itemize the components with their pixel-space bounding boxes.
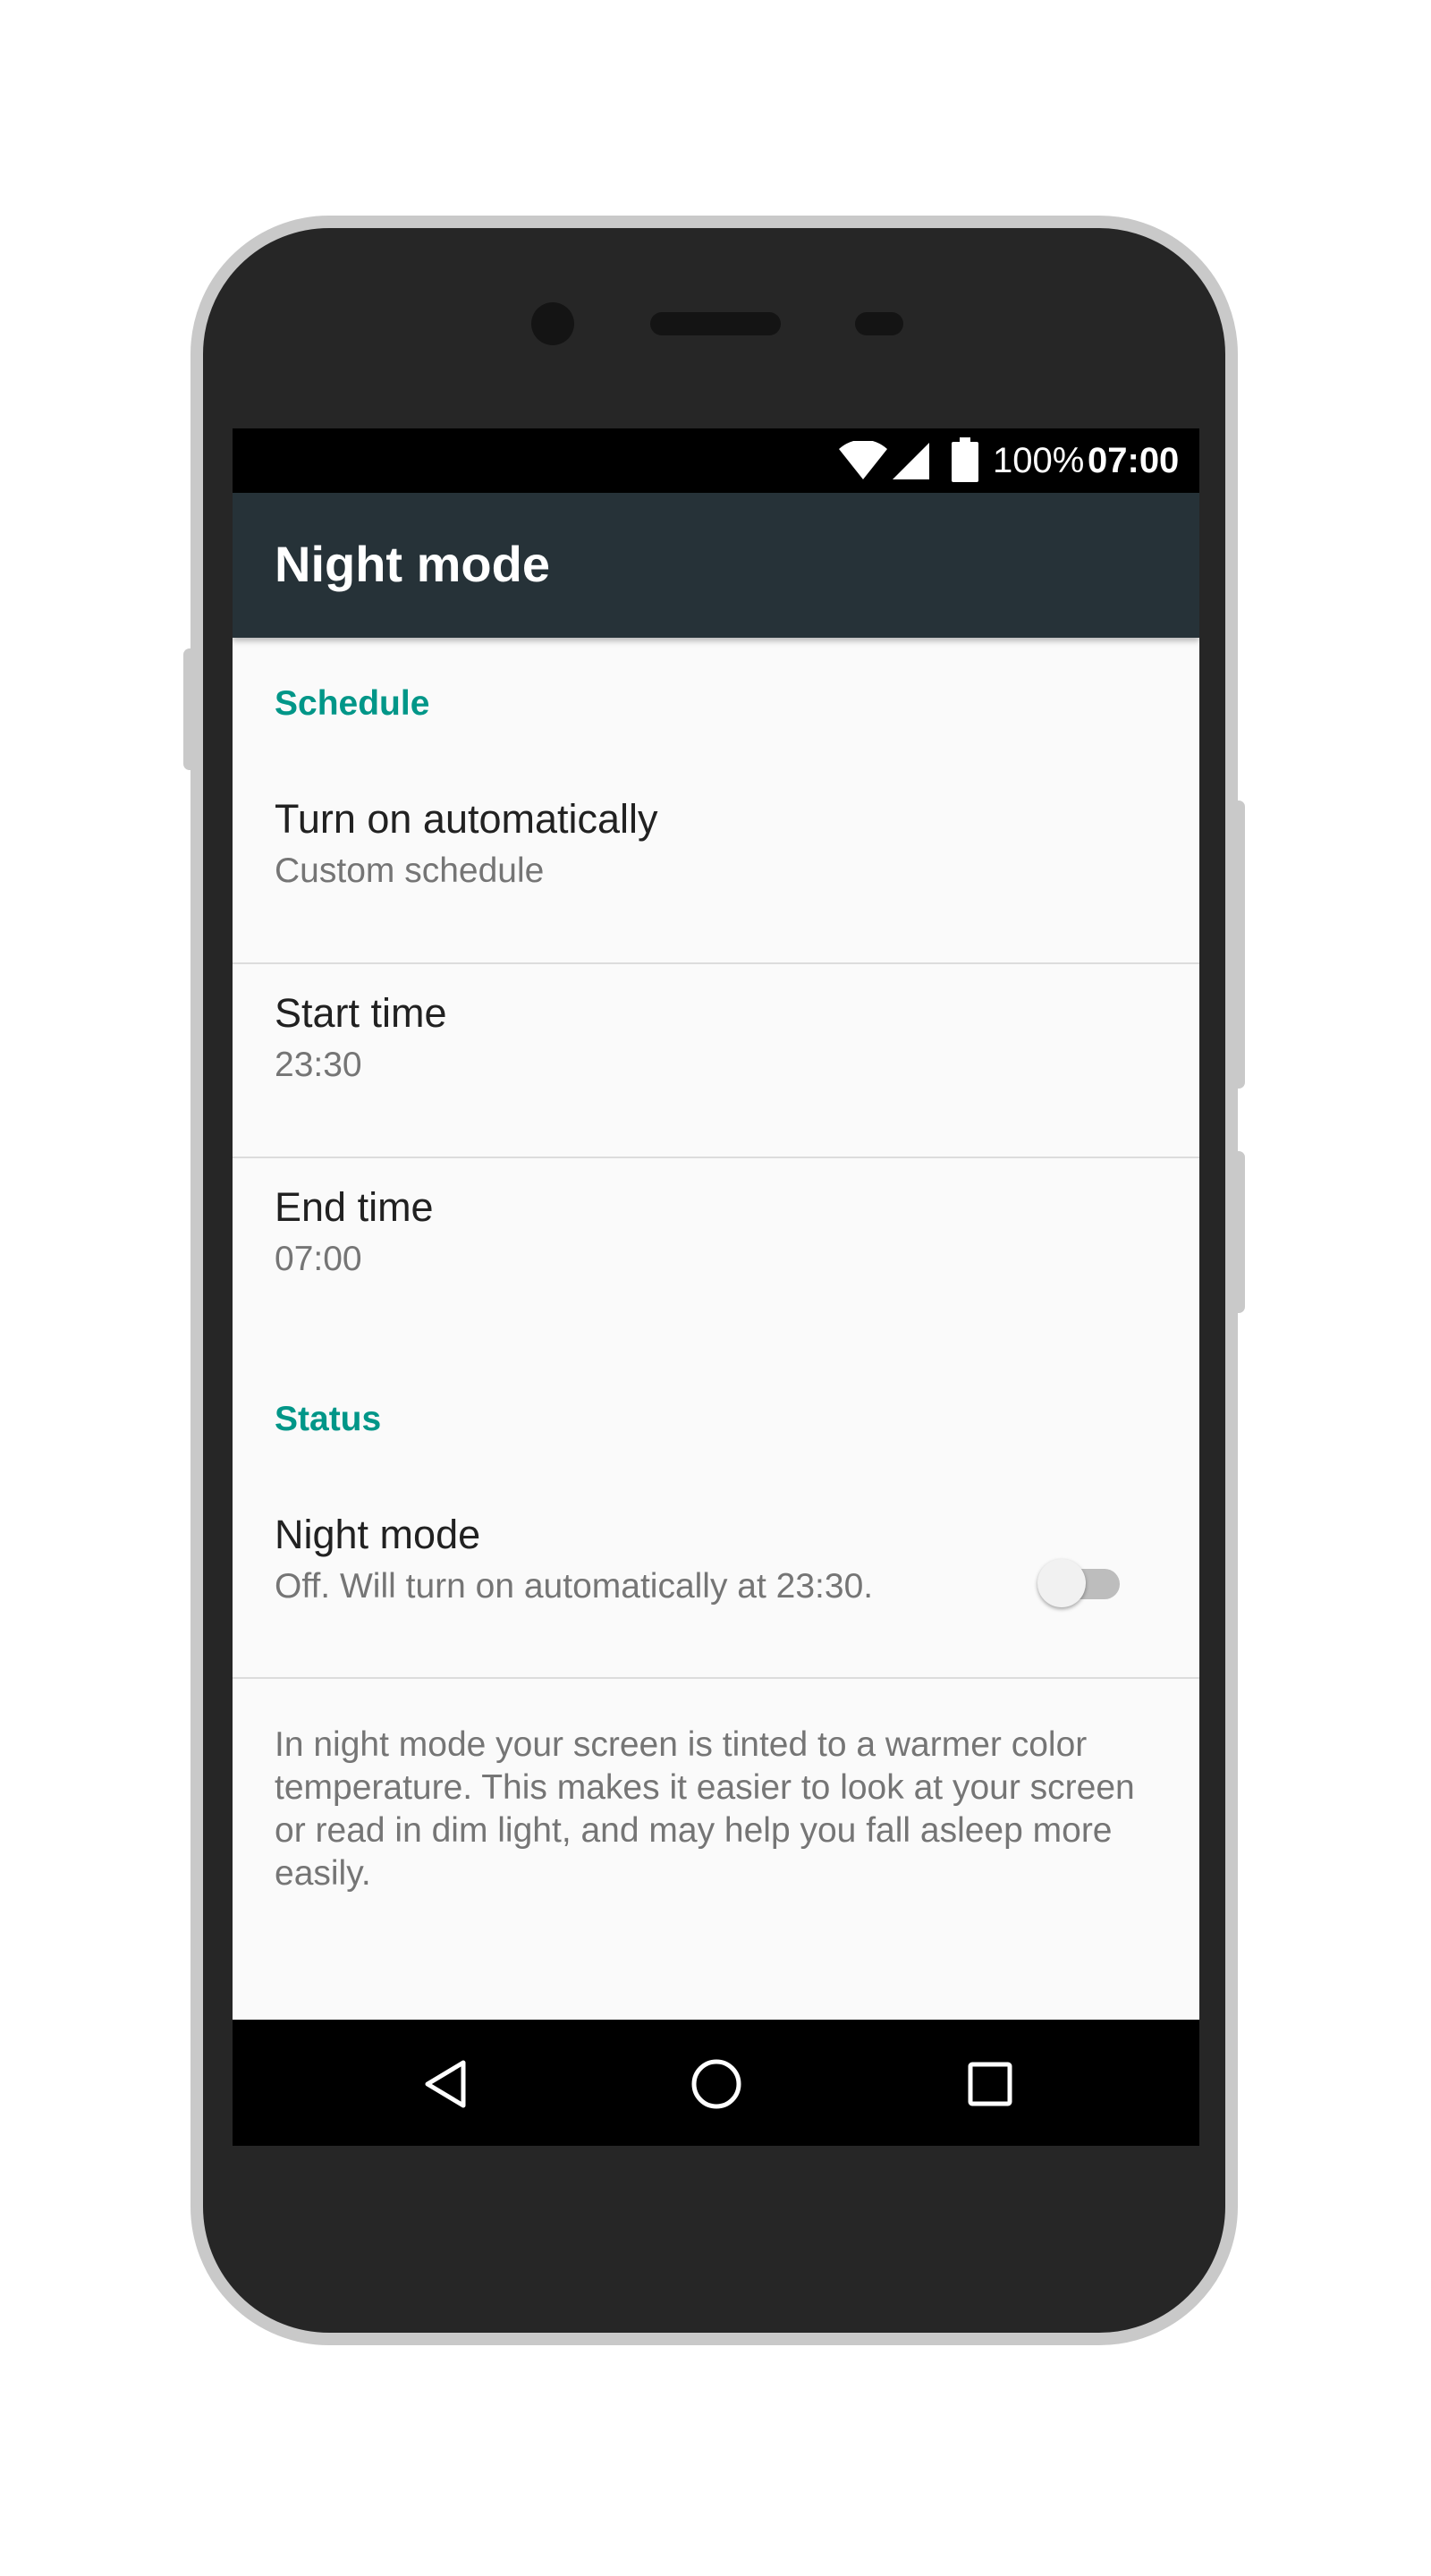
recents-icon[interactable] bbox=[967, 2061, 1013, 2107]
section-header-schedule: Schedule bbox=[275, 684, 430, 723]
setting-title: End time bbox=[275, 1184, 434, 1230]
night-mode-description: In night mode your screen is tinted to a… bbox=[275, 1725, 1135, 1893]
navigation-bar bbox=[233, 2020, 1199, 2146]
back-icon[interactable] bbox=[420, 2058, 472, 2110]
setting-end-time[interactable]: End time 07:00 bbox=[233, 1158, 1199, 1337]
screen: 100% 07:00 Night mode Schedule Turn on a… bbox=[233, 428, 1199, 2146]
camera-icon bbox=[531, 302, 574, 345]
setting-summary: Custom schedule bbox=[275, 852, 545, 890]
setting-title: Turn on automatically bbox=[275, 796, 658, 842]
speaker-grille bbox=[650, 312, 781, 335]
toggle-thumb bbox=[1037, 1559, 1086, 1607]
battery-icon bbox=[952, 437, 978, 482]
home-icon[interactable] bbox=[690, 2057, 743, 2111]
setting-title: Night mode bbox=[275, 1512, 481, 1557]
status-time: 07:00 bbox=[1088, 441, 1180, 480]
setting-summary: 23:30 bbox=[275, 1046, 362, 1084]
app-bar: Night mode bbox=[233, 493, 1199, 638]
proximity-sensor bbox=[855, 312, 903, 335]
setting-title: Start time bbox=[275, 990, 447, 1036]
setting-turn-on-automatically[interactable]: Turn on automatically Custom schedule bbox=[233, 768, 1199, 945]
night-mode-toggle[interactable] bbox=[1037, 1553, 1127, 1610]
battery-percent: 100% bbox=[993, 441, 1085, 480]
page-title: Night mode bbox=[275, 536, 550, 592]
wifi-icon bbox=[839, 441, 887, 479]
section-header-status: Status bbox=[275, 1400, 382, 1438]
status-bar: 100% 07:00 bbox=[233, 428, 1199, 493]
setting-start-time[interactable]: Start time 23:30 bbox=[233, 964, 1199, 1157]
setting-summary: 07:00 bbox=[275, 1240, 362, 1278]
signal-icon bbox=[893, 443, 929, 479]
setting-summary: Off. Will turn on automatically at 23:30… bbox=[275, 1567, 874, 1606]
divider bbox=[233, 1677, 1199, 1679]
